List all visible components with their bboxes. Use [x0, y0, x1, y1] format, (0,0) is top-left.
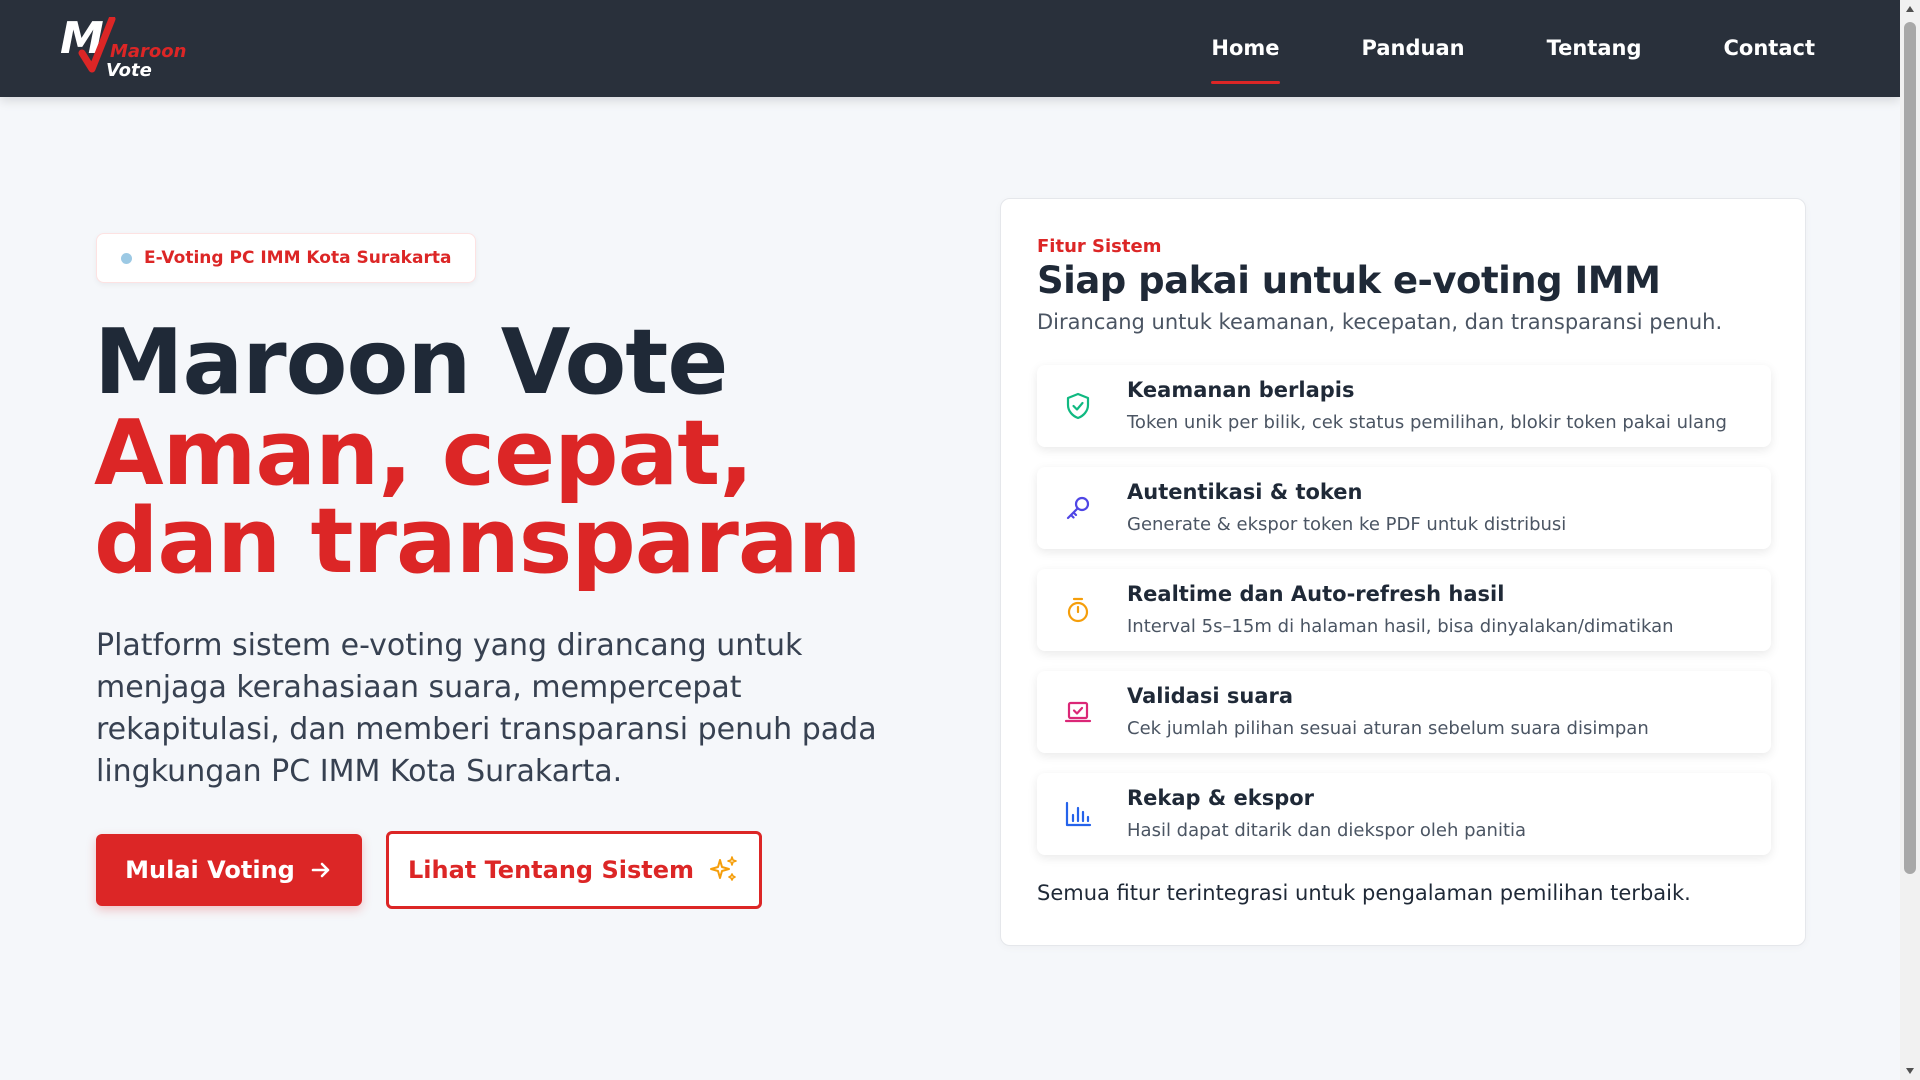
feature-title: Rekap & ekspor	[1127, 786, 1315, 810]
hero-title-red: Aman, cepat, dan transparan	[94, 401, 862, 594]
feature-title: Autentikasi & token	[1127, 480, 1363, 504]
nav-contact[interactable]: Contact	[1683, 0, 1816, 97]
arrow-right-icon	[311, 862, 330, 878]
nav-home[interactable]: Home	[1170, 0, 1320, 97]
bar-chart-icon	[1065, 801, 1092, 827]
nav-tentang[interactable]: Tentang	[1506, 0, 1683, 97]
start-voting-button[interactable]: Mulai Voting	[96, 834, 362, 906]
nav-panduan[interactable]: Panduan	[1321, 0, 1506, 97]
features-card: Fitur Sistem Siap pakai untuk e-voting I…	[1000, 198, 1806, 946]
navbar: M Maroon Vote Home Panduan Tentang Conta…	[0, 0, 1900, 97]
feature-item-security: Keamanan berlapis Token unik per bilik, …	[1037, 365, 1771, 447]
brand-logo[interactable]: M Maroon Vote	[58, 13, 188, 83]
badge-label: E-Voting PC IMM Kota Surakarta	[144, 248, 452, 268]
scroll-up-arrow-icon[interactable]	[1906, 6, 1914, 12]
feature-item-recap: Rekap & ekspor Hasil dapat ditarik dan d…	[1037, 773, 1771, 855]
logo-word-vote: Vote	[106, 60, 152, 81]
scroll-down-arrow-icon[interactable]	[1906, 1068, 1914, 1074]
features-footer: Semua fitur terintegrasi untuk pengalama…	[1037, 881, 1691, 905]
hero-description: Platform sistem e-voting yang dirancang …	[96, 628, 877, 789]
feature-desc: Hasil dapat ditarik dan diekspor oleh pa…	[1127, 820, 1527, 841]
feature-desc: Cek jumlah pilihan sesuai aturan sebelum…	[1127, 718, 1649, 739]
features-subtitle: Dirancang untuk keamanan, kecepatan, dan…	[1037, 310, 1723, 334]
about-system-button[interactable]: Lihat Tentang Sistem	[386, 831, 762, 909]
ballot-check-icon	[1064, 701, 1092, 723]
feature-item-auth: Autentikasi & token Generate & ekspor to…	[1037, 467, 1771, 549]
feature-item-realtime: Realtime dan Auto-refresh hasil Interval…	[1037, 569, 1771, 651]
shield-check-icon	[1066, 392, 1090, 420]
feature-title: Realtime dan Auto-refresh hasil	[1127, 582, 1505, 606]
page-scrollbar[interactable]	[1900, 0, 1920, 1080]
hero-title: Maroon Vote	[94, 310, 728, 415]
hero-badge: E-Voting PC IMM Kota Surakarta	[96, 233, 477, 283]
features-kicker: Fitur Sistem	[1037, 236, 1162, 257]
feature-item-validation: Validasi suara Cek jumlah pilihan sesuai…	[1037, 671, 1771, 753]
feature-desc: Interval 5s–15m di halaman hasil, bisa d…	[1127, 616, 1674, 637]
start-voting-label: Mulai Voting	[125, 856, 295, 884]
badge-dot-icon	[121, 252, 132, 264]
feature-desc: Generate & ekspor token ke PDF untuk dis…	[1127, 514, 1567, 535]
feature-desc: Token unik per bilik, cek status pemilih…	[1127, 412, 1727, 433]
sparkles-icon	[710, 856, 737, 881]
stopwatch-icon	[1067, 597, 1089, 623]
scrollbar-thumb[interactable]	[1904, 22, 1916, 874]
feature-title: Validasi suara	[1127, 684, 1294, 708]
feature-title: Keamanan berlapis	[1127, 378, 1355, 402]
nav-links: Home Panduan Tentang Contact	[1170, 0, 1815, 97]
about-system-label: Lihat Tentang Sistem	[407, 856, 695, 884]
features-title: Siap pakai untuk e-voting IMM	[1037, 259, 1661, 302]
key-icon	[1066, 496, 1090, 520]
logo-word-maroon: Maroon	[110, 41, 187, 62]
